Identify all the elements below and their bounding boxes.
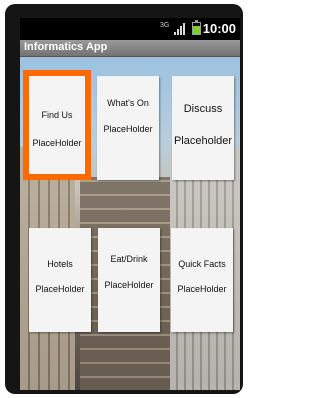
network-3g-icon: 3G: [160, 22, 170, 29]
battery-icon: [192, 20, 201, 35]
tile-quick-facts[interactable]: Quick Facts PlaceHolder: [171, 228, 233, 332]
tile-find-us[interactable]: Find Us PlaceHolder: [23, 70, 91, 180]
tile-label: Eat/Drink: [110, 254, 148, 264]
app-title: Informatics App: [24, 41, 108, 53]
tile-sublabel: PlaceHolder: [103, 124, 153, 134]
tile-label: Discuss: [183, 103, 223, 115]
home-content: Find Us PlaceHolder What's On PlaceHolde…: [20, 57, 240, 390]
tile-label: Find Us: [41, 110, 73, 120]
tile-hotels[interactable]: Hotels PlaceHolder: [29, 228, 91, 332]
tile-discuss[interactable]: Discuss Placeholder: [172, 76, 234, 180]
tile-sublabel: PlaceHolder: [35, 284, 85, 294]
tile-label: What's On: [107, 98, 149, 108]
tile-sublabel: PlaceHolder: [32, 138, 82, 148]
device-frame: 3G 10:00 Informatics App Find Us PlaceHo…: [5, 4, 243, 394]
tile-label: Hotels: [47, 259, 73, 269]
tile-label: Quick Facts: [178, 259, 226, 269]
tile-sublabel: Placeholder: [173, 135, 233, 147]
screen: 3G 10:00 Informatics App Find Us PlaceHo…: [20, 18, 240, 390]
tile-whats-on[interactable]: What's On PlaceHolder: [97, 76, 159, 180]
clock: 10:00: [202, 21, 236, 36]
tile-sublabel: PlaceHolder: [177, 284, 227, 294]
tile-eat-drink[interactable]: Eat/Drink PlaceHolder: [98, 228, 160, 332]
status-bar: 3G 10:00: [20, 18, 240, 40]
tile-sublabel: PlaceHolder: [104, 280, 154, 290]
app-title-bar: Informatics App: [20, 40, 240, 57]
signal-icon: [174, 23, 186, 35]
